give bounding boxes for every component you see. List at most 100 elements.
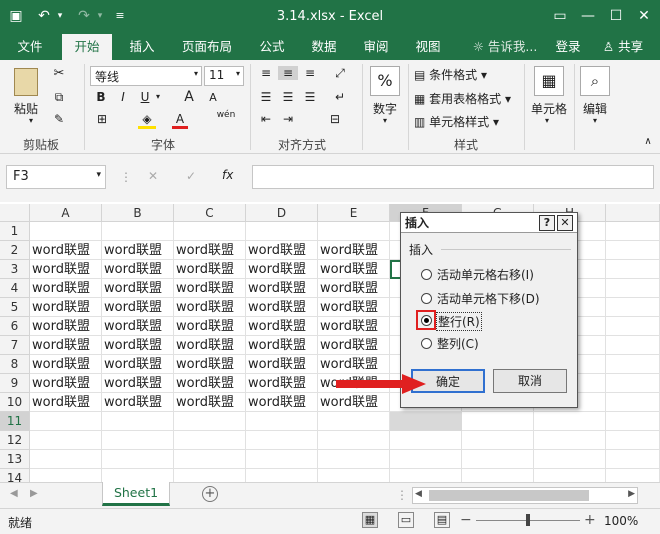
percent-icon[interactable]: % xyxy=(370,66,400,96)
table-cell[interactable]: word联盟 xyxy=(174,298,246,317)
name-box[interactable]: F3 ▾ xyxy=(6,165,106,189)
table-cell[interactable] xyxy=(246,222,318,241)
customize-toolbar-icon[interactable]: ≡ xyxy=(110,6,130,26)
minimize-icon[interactable]: — xyxy=(578,6,598,26)
fill-color-icon[interactable]: ◈ xyxy=(138,112,156,129)
insert-function-icon[interactable]: fx xyxy=(222,168,233,182)
edit-button[interactable]: 编辑 xyxy=(576,100,614,117)
table-cell[interactable] xyxy=(30,222,102,241)
dialog-close-button[interactable]: ✕ xyxy=(557,215,573,231)
table-cell[interactable] xyxy=(534,450,606,469)
copy-icon[interactable]: ⧉ xyxy=(50,90,68,105)
table-cell[interactable] xyxy=(174,431,246,450)
undo-dropdown-icon[interactable]: ▾ xyxy=(50,6,70,26)
table-cell[interactable]: word联盟 xyxy=(102,241,174,260)
zoom-in-icon[interactable]: + xyxy=(584,512,596,528)
table-cell[interactable]: word联盟 xyxy=(174,279,246,298)
border-icon[interactable]: ⊞ xyxy=(94,112,110,126)
format-painter-icon[interactable]: ✎ xyxy=(50,112,68,126)
table-cell[interactable]: word联盟 xyxy=(102,355,174,374)
table-cell[interactable]: word联盟 xyxy=(102,298,174,317)
font-name-select[interactable]: 等线 ▾ xyxy=(90,66,202,86)
phonetic-button[interactable]: wén xyxy=(214,110,238,120)
table-cell[interactable]: word联盟 xyxy=(246,374,318,393)
table-cell[interactable]: word联盟 xyxy=(30,317,102,336)
column-header[interactable] xyxy=(606,204,660,222)
scroll-left-icon[interactable]: ◀ xyxy=(415,489,422,499)
decrease-indent-icon[interactable]: ⇤ xyxy=(256,112,276,126)
table-cell[interactable]: word联盟 xyxy=(246,336,318,355)
decrease-font-icon[interactable]: A xyxy=(204,91,222,104)
cancel-button[interactable]: 取消 xyxy=(493,369,567,393)
row-header[interactable]: 4 xyxy=(0,279,30,298)
table-cell[interactable] xyxy=(606,336,660,355)
row-header[interactable]: 2 xyxy=(0,241,30,260)
collapse-ribbon-icon[interactable]: ∧ xyxy=(642,136,654,147)
table-cell[interactable]: word联盟 xyxy=(246,260,318,279)
table-cell[interactable]: word联盟 xyxy=(318,317,390,336)
scroll-right-icon[interactable]: ▶ xyxy=(628,489,635,499)
table-cell[interactable] xyxy=(246,431,318,450)
table-cell[interactable] xyxy=(30,450,102,469)
table-cell[interactable] xyxy=(102,222,174,241)
align-right-icon[interactable]: ☰ xyxy=(300,90,320,104)
column-header[interactable]: E xyxy=(318,204,390,222)
table-cell[interactable]: word联盟 xyxy=(174,317,246,336)
radio-entire-row[interactable] xyxy=(421,315,432,326)
formula-input[interactable] xyxy=(252,165,654,189)
table-cell[interactable] xyxy=(102,450,174,469)
italic-button[interactable]: I xyxy=(116,90,130,104)
table-cell[interactable] xyxy=(318,222,390,241)
table-cell[interactable]: word联盟 xyxy=(102,279,174,298)
table-cell[interactable]: word联盟 xyxy=(30,336,102,355)
align-top-icon[interactable]: ≡ xyxy=(256,66,276,80)
chevron-down-icon[interactable]: ▾ xyxy=(380,116,390,125)
share-button[interactable]: ♙ 共享 xyxy=(592,34,654,60)
row-header[interactable]: 9 xyxy=(0,374,30,393)
table-cell[interactable]: word联盟 xyxy=(318,355,390,374)
drag-handle-icon[interactable]: ⋮ xyxy=(120,170,132,184)
help-button[interactable]: ? xyxy=(539,215,555,231)
close-icon[interactable]: ✕ xyxy=(634,6,654,26)
underline-button[interactable]: U xyxy=(138,90,152,104)
confirm-icon[interactable]: ✓ xyxy=(186,169,196,183)
table-cell[interactable] xyxy=(606,298,660,317)
table-cell[interactable] xyxy=(606,241,660,260)
add-sheet-icon[interactable]: + xyxy=(202,486,218,502)
select-all-corner[interactable] xyxy=(0,204,30,222)
table-cell[interactable] xyxy=(462,450,534,469)
sheet-tab-sheet1[interactable]: Sheet1 xyxy=(102,482,170,506)
column-header[interactable]: D xyxy=(246,204,318,222)
paste-button[interactable]: 粘贴 xyxy=(8,100,44,117)
table-cell[interactable]: word联盟 xyxy=(246,317,318,336)
cell-style-button[interactable]: ▥ 单元格样式 ▾ xyxy=(414,113,524,130)
cut-icon[interactable]: ✂ xyxy=(50,66,68,81)
font-color-icon[interactable]: A xyxy=(172,112,188,129)
table-cell[interactable] xyxy=(174,222,246,241)
table-cell[interactable]: word联盟 xyxy=(30,298,102,317)
tab-page-layout[interactable]: 页面布局 xyxy=(172,34,242,60)
table-cell[interactable] xyxy=(462,412,534,431)
radio-shift-right[interactable] xyxy=(421,269,432,280)
chevron-down-icon[interactable]: ▾ xyxy=(590,116,600,125)
table-cell[interactable] xyxy=(246,412,318,431)
table-cell[interactable]: word联盟 xyxy=(174,393,246,412)
table-cell[interactable]: word联盟 xyxy=(102,260,174,279)
maximize-icon[interactable]: ☐ xyxy=(606,6,626,26)
zoom-level[interactable]: 100% xyxy=(604,514,638,528)
number-format-button[interactable]: 数字 xyxy=(366,100,404,117)
table-cell[interactable] xyxy=(606,412,660,431)
table-cell[interactable]: word联盟 xyxy=(30,374,102,393)
table-cell[interactable]: word联盟 xyxy=(246,279,318,298)
table-cell[interactable]: word联盟 xyxy=(174,355,246,374)
table-cell[interactable]: word联盟 xyxy=(318,279,390,298)
row-header[interactable]: 11 xyxy=(0,412,30,431)
row-header[interactable]: 6 xyxy=(0,317,30,336)
table-cell[interactable]: word联盟 xyxy=(246,393,318,412)
column-header[interactable]: C xyxy=(174,204,246,222)
table-cell[interactable] xyxy=(174,412,246,431)
row-header[interactable]: 1 xyxy=(0,222,30,241)
table-cell[interactable]: word联盟 xyxy=(318,393,390,412)
row-header[interactable]: 12 xyxy=(0,431,30,450)
table-cell[interactable]: word联盟 xyxy=(246,298,318,317)
